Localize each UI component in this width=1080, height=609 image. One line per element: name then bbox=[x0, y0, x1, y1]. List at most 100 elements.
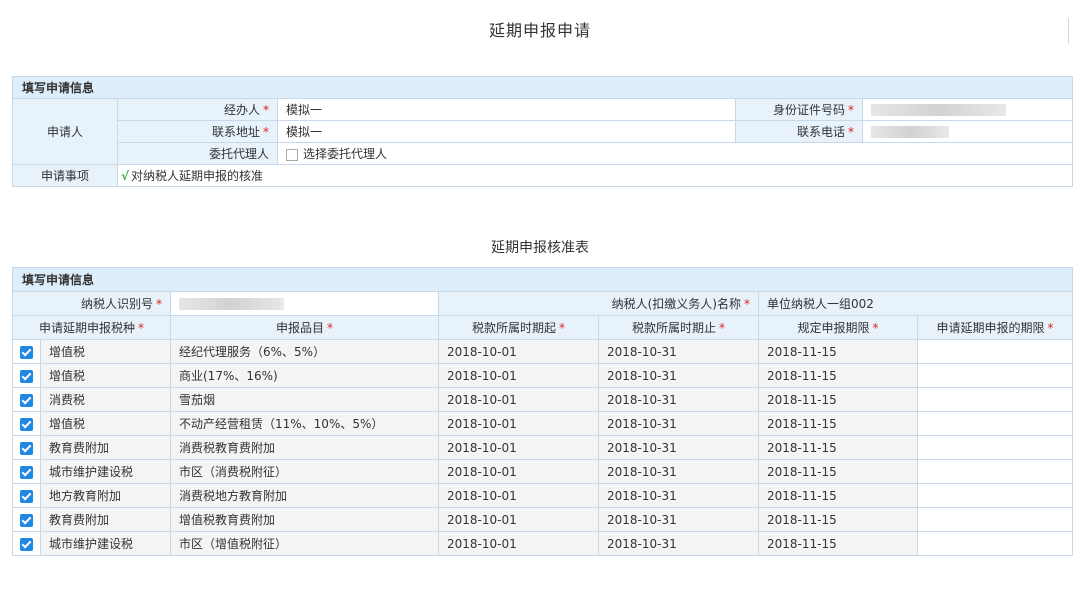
end-date-cell: 2018-10-31 bbox=[598, 411, 759, 436]
taxpayer-name-value: 单位纳税人一组002 bbox=[758, 291, 1073, 316]
item-cell: 商业(17%、16%) bbox=[170, 363, 439, 388]
taxpayer-id-label: 纳税人识别号 * bbox=[12, 291, 171, 316]
extension-input[interactable] bbox=[917, 483, 1073, 508]
tax-type-cell: 增值税 bbox=[40, 411, 171, 436]
tax-type-cell: 地方教育附加 bbox=[40, 483, 171, 508]
start-date-cell: 2018-10-01 bbox=[438, 435, 599, 460]
row-checkbox-cell bbox=[12, 483, 41, 508]
matter-label: 申请事项 bbox=[12, 164, 118, 187]
end-date-cell: 2018-10-31 bbox=[598, 531, 759, 556]
agent-label: 委托代理人 bbox=[117, 142, 278, 165]
taxpayer-id-field[interactable] bbox=[170, 291, 439, 316]
item-cell: 经纪代理服务（6%、5%） bbox=[170, 339, 439, 364]
tax-type-cell: 消费税 bbox=[40, 387, 171, 412]
start-date-cell: 2018-10-01 bbox=[438, 411, 599, 436]
item-cell: 不动产经营租赁（11%、10%、5%） bbox=[170, 411, 439, 436]
item-cell: 消费税教育费附加 bbox=[170, 435, 439, 460]
matter-value: √ 对纳税人延期申报的核准 bbox=[116, 164, 1074, 187]
extension-input[interactable] bbox=[917, 339, 1073, 364]
table-row: 教育费附加 消费税教育费附加 2018-10-01 2018-10-31 201… bbox=[12, 435, 1073, 460]
table-row: 城市维护建设税 市区（增值税附征） 2018-10-01 2018-10-31 … bbox=[12, 531, 1073, 556]
table-row: 消费税 雪茄烟 2018-10-01 2018-10-31 2018-11-15 bbox=[12, 387, 1073, 412]
deadline-cell: 2018-11-15 bbox=[758, 531, 918, 556]
column-header-extension: 申请延期申报的期限 * bbox=[917, 315, 1073, 340]
start-date-cell: 2018-10-01 bbox=[438, 363, 599, 388]
deadline-cell: 2018-11-15 bbox=[758, 483, 918, 508]
handler-field[interactable]: 模拟一 bbox=[277, 98, 736, 121]
row-checkbox-cell bbox=[12, 435, 41, 460]
tax-type-cell: 教育费附加 bbox=[40, 507, 171, 532]
tax-type-cell: 城市维护建设税 bbox=[40, 531, 171, 556]
extension-input[interactable] bbox=[917, 459, 1073, 484]
phone-label: 联系电话 * bbox=[735, 120, 863, 143]
start-date-cell: 2018-10-01 bbox=[438, 387, 599, 412]
check-mark-icon: √ bbox=[121, 169, 130, 183]
table-row: 增值税 不动产经营租赁（11%、10%、5%） 2018-10-01 2018-… bbox=[12, 411, 1073, 436]
item-cell: 消费税地方教育附加 bbox=[170, 483, 439, 508]
table-row: 地方教育附加 消费税地方教育附加 2018-10-01 2018-10-31 2… bbox=[12, 483, 1073, 508]
tax-type-cell: 城市维护建设税 bbox=[40, 459, 171, 484]
row-checkbox[interactable] bbox=[20, 393, 33, 407]
deadline-cell: 2018-11-15 bbox=[758, 435, 918, 460]
extension-input[interactable] bbox=[917, 507, 1073, 532]
row-checkbox-cell bbox=[12, 507, 41, 532]
end-date-cell: 2018-10-31 bbox=[598, 435, 759, 460]
handler-label: 经办人 * bbox=[117, 98, 278, 121]
column-header-tax-type: 申请延期申报税种 * bbox=[12, 315, 171, 340]
column-header-start: 税款所属时期起 * bbox=[438, 315, 599, 340]
approval-title: 延期申报核准表 bbox=[491, 240, 589, 256]
agent-checkbox[interactable] bbox=[286, 148, 298, 161]
deadline-cell: 2018-11-15 bbox=[758, 339, 918, 364]
start-date-cell: 2018-10-01 bbox=[438, 339, 599, 364]
start-date-cell: 2018-10-01 bbox=[438, 459, 599, 484]
applicant-label: 申请人 bbox=[12, 98, 118, 165]
row-checkbox[interactable] bbox=[20, 489, 33, 503]
row-checkbox[interactable] bbox=[20, 513, 33, 527]
page-title: 延期申报申请 bbox=[488, 21, 591, 40]
row-checkbox-cell bbox=[12, 459, 41, 484]
row-checkbox[interactable] bbox=[20, 537, 33, 551]
row-checkbox[interactable] bbox=[20, 441, 33, 455]
item-cell: 雪茄烟 bbox=[170, 387, 439, 412]
agent-select[interactable]: 选择委托代理人 bbox=[276, 142, 1074, 165]
address-label: 联系地址 * bbox=[117, 120, 278, 143]
extension-input[interactable] bbox=[917, 531, 1073, 556]
tax-type-cell: 教育费附加 bbox=[40, 435, 171, 460]
row-checkbox-cell bbox=[12, 531, 41, 556]
section-header: 填写申请信息 bbox=[12, 267, 1073, 292]
row-checkbox[interactable] bbox=[20, 345, 33, 359]
item-cell: 市区（增值税附征） bbox=[170, 531, 439, 556]
row-checkbox-cell bbox=[12, 363, 41, 388]
row-checkbox[interactable] bbox=[20, 417, 33, 431]
end-date-cell: 2018-10-31 bbox=[598, 507, 759, 532]
application-form: 填写申请信息 申请人 经办人 * 模拟一 身份证件号码 * 联系地址 * 模拟一 联系… bbox=[11, 76, 1074, 187]
column-header-deadline: 规定申报期限 * bbox=[758, 315, 918, 340]
end-date-cell: 2018-10-31 bbox=[598, 483, 759, 508]
end-date-cell: 2018-10-31 bbox=[598, 387, 759, 412]
row-checkbox-cell bbox=[12, 387, 41, 412]
table-row: 城市维护建设税 市区（消费税附征） 2018-10-01 2018-10-31 … bbox=[12, 459, 1073, 484]
tax-type-cell: 增值税 bbox=[40, 363, 171, 388]
id-number-label: 身份证件号码 * bbox=[735, 98, 863, 121]
deadline-cell: 2018-11-15 bbox=[758, 507, 918, 532]
item-cell: 市区（消费税附征） bbox=[170, 459, 439, 484]
deadline-cell: 2018-11-15 bbox=[758, 411, 918, 436]
address-field[interactable]: 模拟一 bbox=[277, 120, 736, 143]
tax-type-cell: 增值税 bbox=[40, 339, 171, 364]
row-checkbox[interactable] bbox=[20, 465, 33, 479]
row-checkbox-cell bbox=[12, 411, 41, 436]
deadline-cell: 2018-11-15 bbox=[758, 363, 918, 388]
taxpayer-name-label: 纳税人(扣缴义务人)名称 * bbox=[438, 291, 759, 316]
column-header-item: 申报品目 * bbox=[170, 315, 439, 340]
row-checkbox[interactable] bbox=[20, 369, 33, 383]
phone-field[interactable] bbox=[861, 120, 1074, 143]
extension-input[interactable] bbox=[917, 363, 1073, 388]
deadline-cell: 2018-11-15 bbox=[758, 459, 918, 484]
end-date-cell: 2018-10-31 bbox=[598, 459, 759, 484]
extension-input[interactable] bbox=[917, 387, 1073, 412]
extension-input[interactable] bbox=[917, 435, 1073, 460]
extension-input[interactable] bbox=[917, 411, 1073, 436]
table-row: 增值税 商业(17%、16%) 2018-10-01 2018-10-31 20… bbox=[12, 363, 1073, 388]
divider bbox=[1068, 18, 1069, 44]
id-number-field[interactable] bbox=[861, 98, 1074, 121]
